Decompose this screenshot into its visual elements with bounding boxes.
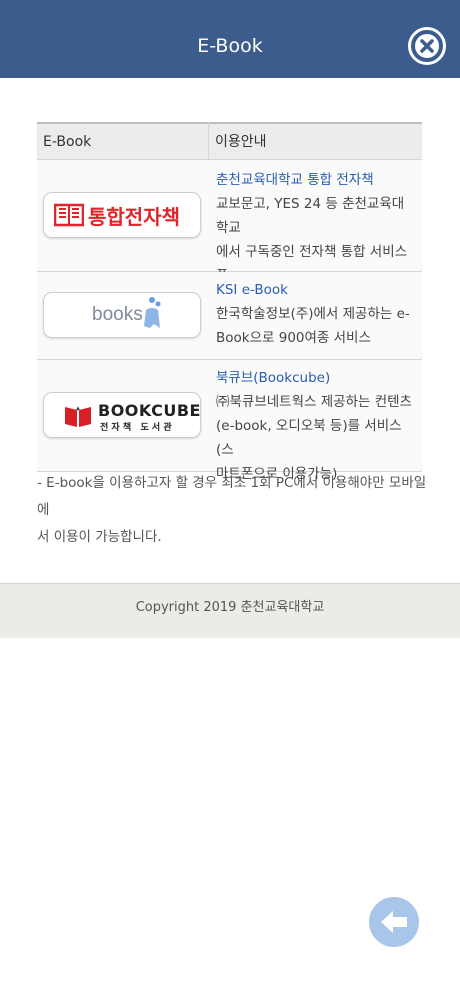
- table-row: 통합전자책 춘천교육대학교 통합 전자책 교보문고, YES 24 등 춘천교육…: [37, 160, 422, 308]
- back-button[interactable]: [369, 897, 419, 947]
- bookcube-book-icon: [65, 406, 91, 427]
- row-description-line: 교보문고, YES 24 등 춘천교육대학교: [216, 196, 405, 236]
- header-bar: E-Book: [0, 0, 460, 78]
- bookcube-logo-text: BOOKCUBE: [98, 401, 201, 420]
- row-info: 북큐브(Bookcube) ㈜북큐브네트웍스 제공하는 컨텐츠 (e-book,…: [216, 366, 416, 486]
- table-row: BOOKCUBE 전 자 책 도 서 관 북큐브(Bookcube) ㈜북큐브네…: [37, 360, 422, 482]
- open-book-icon: [54, 203, 84, 227]
- ebook-integrated-logo-button[interactable]: 통합전자책: [43, 192, 201, 238]
- close-icon: [415, 34, 439, 58]
- table-row: books KSI e-Book 한국학술정보(주)에서 제공하는 e- Boo…: [37, 272, 422, 360]
- column-header-guide: 이용안내: [215, 134, 267, 150]
- row-info: KSI e-Book 한국학술정보(주)에서 제공하는 e- Book으로 90…: [216, 278, 416, 350]
- integrated-ebook-link[interactable]: 춘천교육대학교 통합 전자책: [216, 168, 416, 192]
- usage-note: - E-book을 이용하고자 할 경우 최초 1회 PC에서 이용해야만 모바…: [37, 470, 427, 551]
- arrow-left-icon: [381, 911, 407, 933]
- ksi-ebook-logo-button[interactable]: books: [43, 292, 201, 338]
- column-header-ebook: E-Book: [43, 134, 92, 150]
- copyright-text: Copyright 2019 춘천교육대학교: [135, 600, 325, 615]
- row-description-line: 한국학술정보(주)에서 제공하는 e-: [216, 306, 410, 322]
- usage-note-line: - E-book을 이용하고자 할 경우 최초 1회 PC에서 이용해야만 모바…: [37, 475, 427, 518]
- usage-note-line: 서 이용이 가능합니다.: [37, 529, 162, 545]
- ksi-logo-text: books: [92, 304, 143, 325]
- bookcube-link[interactable]: 북큐브(Bookcube): [216, 366, 416, 390]
- bookcube-logo-button[interactable]: BOOKCUBE 전 자 책 도 서 관: [43, 392, 201, 438]
- integrated-ebook-logo-text: 통합전자책: [88, 205, 180, 229]
- footer: Copyright 2019 춘천교육대학교: [0, 583, 460, 638]
- close-button[interactable]: [408, 27, 446, 65]
- table-header: E-Book 이용안내: [37, 122, 422, 160]
- row-description-line: ㈜북큐브네트웍스 제공하는 컨텐츠: [216, 394, 412, 410]
- row-description-line: (e-book, 오디오북 등)를 서비스 (스: [216, 418, 402, 458]
- page-title: E-Book: [197, 35, 263, 57]
- ksi-person-icon: [144, 297, 161, 328]
- bookcube-logo-subtext: 전 자 책 도 서 관: [100, 423, 172, 433]
- ksi-ebook-link[interactable]: KSI e-Book: [216, 278, 416, 302]
- row-description-line: Book으로 900여종 서비스: [216, 330, 371, 346]
